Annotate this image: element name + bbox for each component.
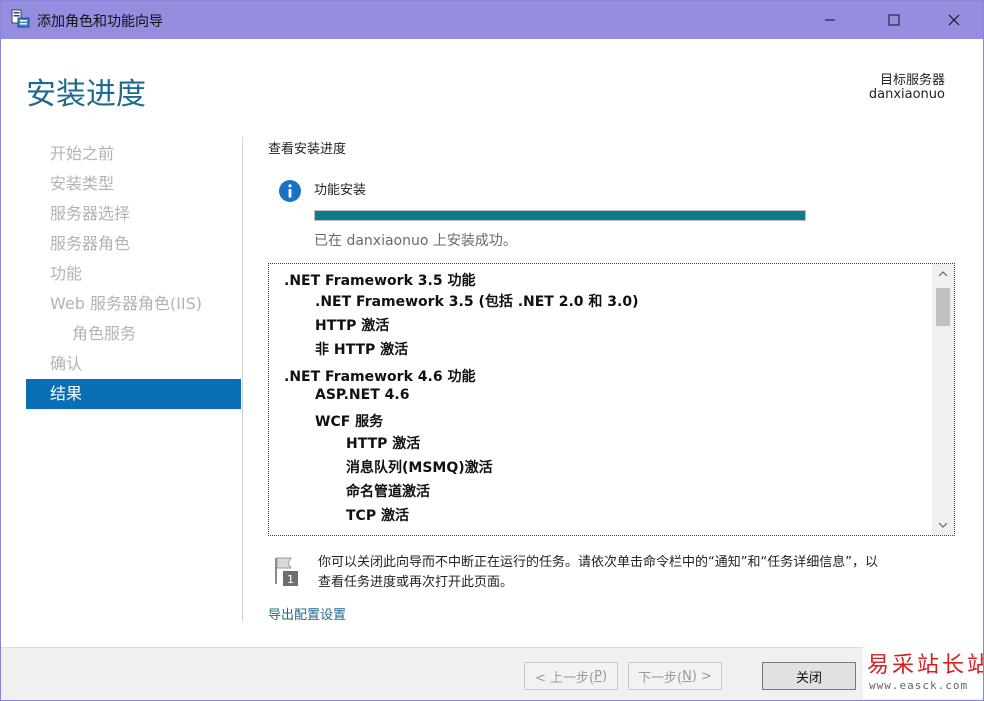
list-item: WCF 服务: [315, 414, 384, 430]
next-accesskey: N: [682, 668, 692, 684]
install-status: 已在 danxiaonuo 上安装成功。: [314, 233, 517, 249]
progress-fill: [315, 211, 805, 220]
nav-item-installation-type: 安装类型: [50, 174, 115, 193]
list-scrollbar[interactable]: [932, 264, 954, 535]
target-server-label: 目标服务器: [879, 73, 945, 88]
nav-item-role-services: 角色服务: [72, 324, 137, 343]
next-button[interactable]: 下一步(N) >: [628, 662, 722, 690]
list-item: 消息队列(MSMQ)激活: [346, 460, 493, 476]
nav-item-web-server-role: Web 服务器角色(IIS): [50, 294, 203, 313]
chevron-down-icon: [938, 522, 948, 528]
close-button[interactable]: 关闭: [762, 662, 856, 690]
previous-label: < 上一步(: [534, 670, 595, 686]
next-label: 下一步(: [638, 670, 683, 686]
wizard-footer: < 上一步(P) 下一步(N) > 关闭: [1, 647, 983, 700]
maximize-icon: [888, 14, 900, 26]
wizard-nav: 开始之前 安装类型 服务器选择 服务器角色 功能 Web 服务器角色(IIS) …: [26, 139, 241, 409]
maximize-button[interactable]: [871, 1, 917, 39]
export-config-link[interactable]: 导出配置设置: [268, 604, 346, 623]
nav-divider: [242, 137, 243, 622]
title-bar[interactable]: 添加角色和功能向导: [1, 1, 983, 39]
previous-accesskey: P: [594, 668, 602, 684]
list-item: 非 HTTP 激活: [315, 342, 409, 358]
nav-item-server-roles: 服务器角色: [50, 234, 131, 253]
next-label-end: ) >: [691, 668, 712, 684]
installed-features-list[interactable]: .NET Framework 3.5 功能 .NET Framework 3.5…: [268, 263, 955, 536]
close-window-button[interactable]: [931, 1, 977, 39]
scroll-up-button[interactable]: [932, 264, 954, 284]
close-icon: [948, 14, 960, 26]
previous-label-end: ): [601, 668, 608, 684]
previous-button[interactable]: < 上一步(P): [524, 662, 618, 690]
feature-installation-label: 功能安装: [314, 183, 367, 198]
list-item: HTTP 激活: [315, 318, 390, 334]
list-item: HTTP 激活: [346, 436, 421, 452]
wizard-window: 添加角色和功能向导 安装进度 目标服务器 danxiaonuo 开始之前 安装类…: [0, 0, 984, 701]
server-wizard-icon: [11, 9, 30, 28]
scroll-down-button[interactable]: [932, 515, 954, 535]
nav-item-before-you-begin: 开始之前: [50, 144, 115, 163]
chevron-up-icon: [938, 271, 948, 277]
list-item: .NET Framework 3.5 (包括 .NET 2.0 和 3.0): [315, 294, 639, 310]
notification-flag-icon: 1: [275, 557, 298, 586]
info-icon: [279, 180, 301, 202]
nav-item-results[interactable]: 结果: [26, 379, 241, 409]
list-item: ASP.NET 4.6: [315, 387, 410, 403]
nav-item-server-selection: 服务器选择: [50, 204, 131, 223]
list-item: 命名管道激活: [346, 484, 430, 500]
list-item: .NET Framework 3.5 功能: [284, 273, 476, 289]
nav-item-confirmation: 确认: [50, 354, 83, 373]
notice-line-1: 你可以关闭此向导而不中断正在运行的任务。请依次单击命令栏中的“通知”和“任务详细…: [318, 555, 878, 570]
svg-text:1: 1: [287, 573, 294, 586]
notice-text: 你可以关闭此向导而不中断正在运行的任务。请依次单击命令栏中的“通知”和“任务详细…: [318, 553, 966, 593]
site-watermark: 易采站长站 www.easck.com: [863, 641, 983, 699]
notice-line-2: 查看任务进度或再次打开此页面。: [318, 575, 514, 590]
list-item: .NET Framework 4.6 功能: [284, 369, 476, 385]
minimize-button[interactable]: [807, 1, 853, 39]
window-title: 添加角色和功能向导: [37, 14, 163, 30]
page-title: 安装进度: [26, 77, 146, 112]
scroll-thumb[interactable]: [936, 288, 950, 326]
watermark-title: 易采站长站: [867, 653, 984, 678]
target-server-name: danxiaonuo: [868, 87, 945, 102]
minimize-icon: [825, 19, 835, 21]
watermark-url: www.easck.com: [869, 679, 969, 692]
section-title: 查看安装进度: [268, 142, 347, 157]
list-item: TCP 激活: [346, 508, 409, 524]
install-progress-bar: [314, 210, 806, 221]
nav-item-features: 功能: [50, 264, 83, 283]
